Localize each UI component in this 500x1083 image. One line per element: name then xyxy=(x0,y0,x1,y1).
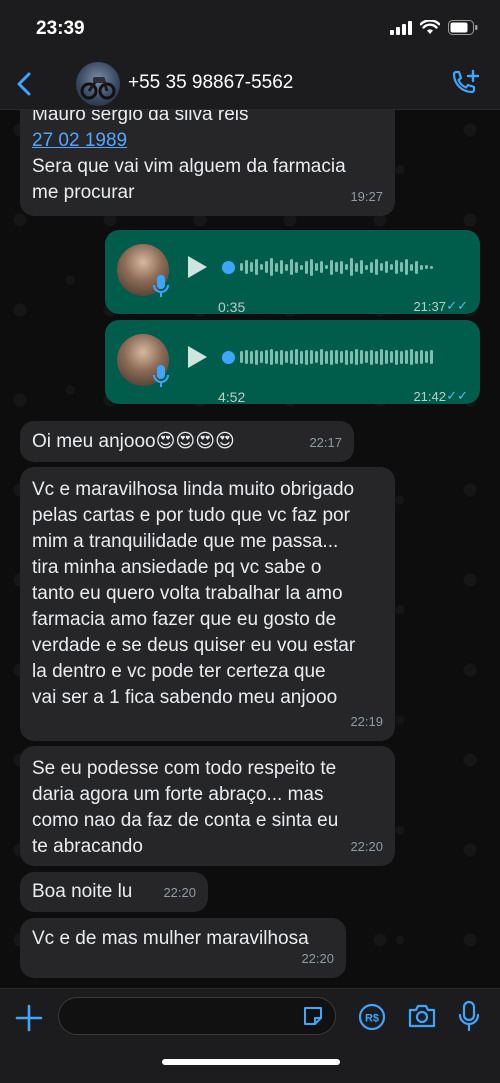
payment-icon: R$ xyxy=(358,1003,386,1031)
plus-icon xyxy=(15,1004,43,1032)
message-bubble[interactable]: Mauro sergio da silva reis 27 02 1989 Se… xyxy=(20,110,395,216)
home-indicator[interactable] xyxy=(162,1059,340,1065)
camera-button[interactable] xyxy=(407,1002,437,1030)
attach-button[interactable] xyxy=(14,1003,44,1033)
read-receipt-icon: ✓✓ xyxy=(446,388,468,403)
playback-position[interactable] xyxy=(222,260,235,274)
waveform[interactable] xyxy=(222,255,452,279)
voice-record-button[interactable] xyxy=(458,1000,480,1032)
status-time: 23:39 xyxy=(36,18,85,39)
payment-button[interactable]: R$ xyxy=(358,1003,386,1031)
back-icon xyxy=(17,72,31,96)
read-receipt-icon: ✓✓ xyxy=(446,298,468,313)
status-bar: 23:39 xyxy=(0,0,500,58)
voice-message[interactable]: 4:52 21:42 ✓✓ xyxy=(105,320,480,405)
message-time: 22:19 xyxy=(350,714,383,729)
message-bubble[interactable]: Boa noite lu 22:20 xyxy=(20,872,208,912)
voice-message[interactable]: 0:35 21:37 ✓✓ xyxy=(105,230,480,315)
chat-header: +55 35 98867-5562 xyxy=(0,58,500,110)
message-time: 21:42 xyxy=(413,389,446,404)
voice-duration: 0:35 xyxy=(218,299,246,315)
motorcycle-icon xyxy=(80,77,116,100)
message-text: Sera que vai vim alguem da farmacia me p… xyxy=(32,156,346,203)
add-call-button[interactable] xyxy=(448,68,482,100)
composer-bar: R$ xyxy=(0,988,500,1083)
message-text: Vc e de mas mulher maravilhosa xyxy=(32,928,309,949)
message-text: Oi meu anjooo😍😍😍😍 xyxy=(32,431,235,452)
battery-icon xyxy=(448,20,478,35)
message-text: Se eu podesse com todo respeito te daria… xyxy=(32,758,339,857)
payment-label: R$ xyxy=(365,1013,379,1025)
message-time: 22:20 xyxy=(350,839,383,854)
waveform[interactable] xyxy=(222,345,452,369)
back-button[interactable] xyxy=(10,68,40,100)
mic-icon xyxy=(153,365,169,387)
playback-position[interactable] xyxy=(222,350,235,364)
contact-name[interactable]: +55 35 98867-5562 xyxy=(128,72,293,94)
status-icons xyxy=(390,20,478,35)
message-text: Mauro sergio da silva reis xyxy=(32,110,249,125)
message-bubble[interactable]: Vc e de mas mulher maravilhosa 22:20 xyxy=(20,918,346,978)
contact-avatar[interactable] xyxy=(76,62,120,106)
wifi-icon xyxy=(420,20,440,34)
play-icon[interactable] xyxy=(185,254,209,280)
chat-area[interactable]: Mauro sergio da silva reis 27 02 1989 Se… xyxy=(0,110,500,988)
voice-duration: 4:52 xyxy=(218,389,246,405)
camera-icon xyxy=(408,1004,436,1028)
mic-icon xyxy=(458,1000,480,1032)
sticker-icon xyxy=(304,1007,322,1025)
sticker-button[interactable] xyxy=(301,1004,325,1028)
message-time: 22:17 xyxy=(309,435,342,450)
message-time: 22:20 xyxy=(163,885,196,900)
message-bubble[interactable]: Oi meu anjooo😍😍😍😍 22:17 xyxy=(20,421,354,462)
message-time: 19:27 xyxy=(350,189,383,204)
phone-add-icon xyxy=(452,69,480,94)
message-input[interactable] xyxy=(58,997,336,1035)
signal-icon xyxy=(390,20,412,35)
message-link[interactable]: 27 02 1989 xyxy=(32,128,383,154)
message-text: Vc e maravilhosa linda muito obrigado pe… xyxy=(32,479,356,708)
message-time: 21:37 xyxy=(413,299,446,314)
message-bubble[interactable]: Vc e maravilhosa linda muito obrigado pe… xyxy=(20,467,395,741)
mic-icon xyxy=(153,275,169,297)
message-bubble[interactable]: Se eu podesse com todo respeito te daria… xyxy=(20,746,395,866)
message-time: 22:20 xyxy=(301,951,334,966)
play-icon[interactable] xyxy=(185,344,209,370)
